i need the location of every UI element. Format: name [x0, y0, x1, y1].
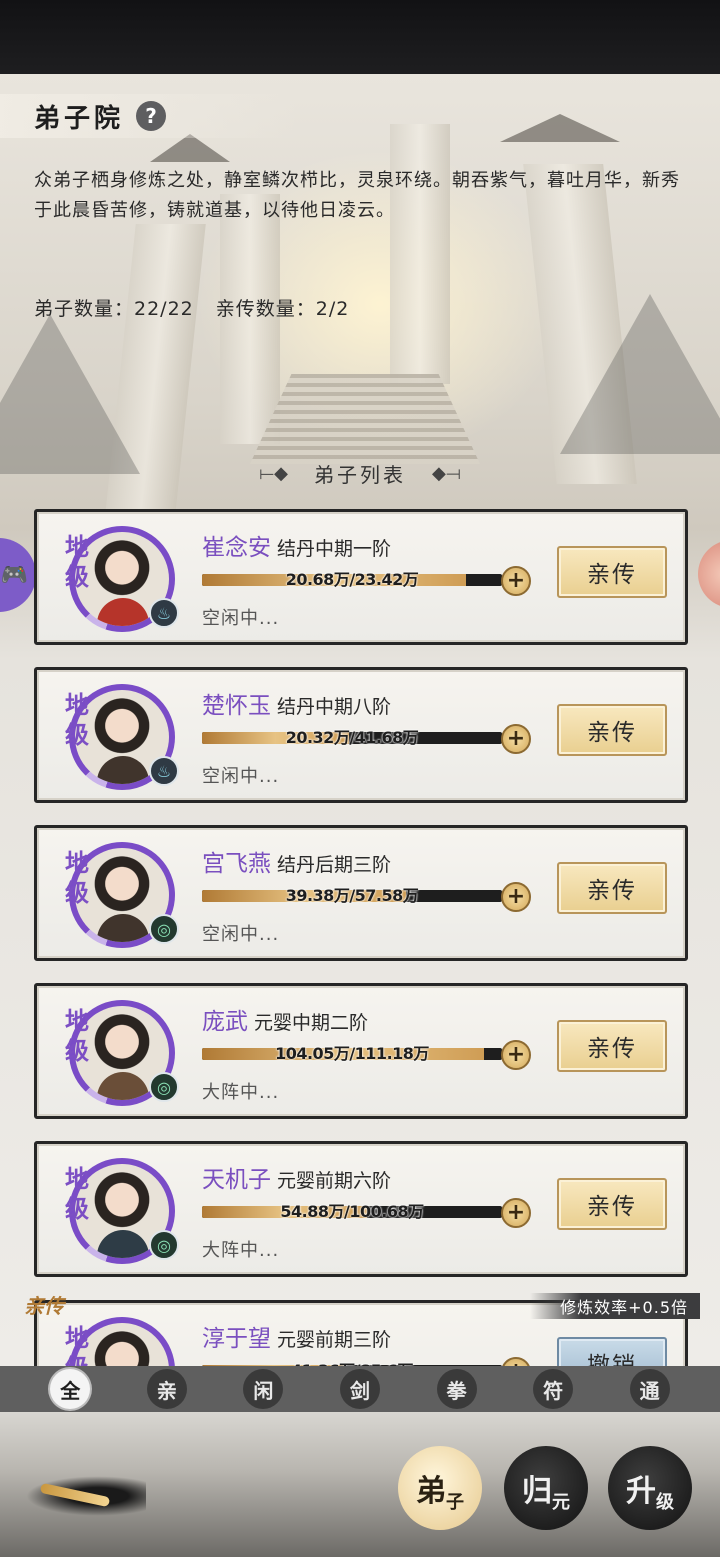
make-direct-button[interactable]: 亲传 — [557, 546, 667, 598]
nav-label-big: 升 — [626, 1474, 656, 1509]
status-text: 大阵中... — [202, 1082, 280, 1103]
ornament-right-icon: ◆⟞ — [432, 462, 461, 484]
disciple-name-row: 楚怀玉 结丹中期八阶 — [202, 686, 391, 720]
add-exp-button[interactable]: + — [501, 882, 531, 912]
disciple-name: 崔念安 — [202, 535, 271, 561]
add-exp-button[interactable]: + — [501, 1198, 531, 1228]
disciple-name-row: 崔念安 结丹中期一阶 — [202, 528, 391, 562]
status-text: 空闲中... — [202, 924, 280, 945]
efficiency-badge: 修炼效率+0.5倍 — [530, 1293, 700, 1319]
water-drop-icon: ♨ — [149, 756, 179, 786]
wind-swirl-icon: ◎ — [149, 914, 179, 944]
disciple-realm: 结丹中期一阶 — [277, 538, 392, 560]
revoke-button[interactable]: 撤销 — [557, 1337, 667, 1368]
progress-text: 54.88万/100.68万 — [280, 1202, 424, 1221]
progress-text: 39.38万/57.58万 — [285, 886, 419, 905]
nav-upgrade-button[interactable]: 升级 — [608, 1446, 692, 1530]
add-exp-button[interactable]: + — [501, 566, 531, 596]
page-description: 众弟子栖身修炼之处，静室鳞次栉比，灵泉环绕。朝吞紫气，暮吐月华，新秀于此晨昏苦修… — [34, 170, 680, 221]
disciple-card[interactable]: 地级 ◎ 庞武 元婴中期二阶 104.05万/111.18万 + 大阵中... 亲… — [34, 983, 688, 1119]
direct-disciple-count: 亲传数量：2/2 — [215, 298, 350, 320]
filter-talisman[interactable]: 符 — [533, 1369, 574, 1409]
disciple-realm: 结丹中期八阶 — [277, 696, 392, 718]
grade-label: 地级 — [65, 848, 89, 907]
add-exp-button[interactable]: + — [501, 724, 531, 754]
disciple-name-row: 天机子 元婴前期六阶 — [202, 1160, 391, 1194]
disciple-name: 楚怀玉 — [202, 693, 271, 719]
add-exp-button[interactable]: + — [501, 1040, 531, 1070]
nav-label-big: 归 — [522, 1474, 552, 1509]
progress-text: 20.32万/41.68万 — [285, 728, 419, 747]
disciple-count: 弟子数量：22/22 — [34, 298, 194, 320]
filter-general[interactable]: 通 — [629, 1369, 670, 1409]
disciple-name: 宫飞燕 — [202, 851, 271, 877]
filter-fist[interactable]: 拳 — [436, 1369, 477, 1409]
disciple-realm: 元婴前期六阶 — [277, 1170, 392, 1192]
disciple-card[interactable]: 地级 ♨ 楚怀玉 结丹中期八阶 20.32万/41.68万 + 空闲中... 亲传 — [34, 667, 688, 803]
disciple-realm: 结丹后期三阶 — [277, 854, 392, 876]
progress-text: 20.68万/23.42万 — [285, 570, 419, 589]
counts-row: 弟子数量：22/22 亲传数量：2/2 — [34, 294, 349, 321]
page-title: 弟子院 — [34, 103, 125, 134]
top-black-bar — [0, 0, 720, 74]
disciple-name-row: 淳于望 元婴前期三阶 — [202, 1319, 391, 1353]
grade-label: 地级 — [65, 690, 89, 749]
filter-all[interactable]: 全 — [50, 1369, 91, 1409]
nav-label-small: 子 — [446, 1492, 464, 1513]
ornament-left-icon: ⟝◆ — [259, 462, 288, 484]
list-title: 弟子列表 — [314, 462, 406, 487]
list-header: ⟝◆ 弟子列表 ◆⟞ — [0, 455, 720, 491]
make-direct-button[interactable]: 亲传 — [557, 1020, 667, 1072]
disciple-card[interactable]: 地级 ♨ 崔念安 结丹中期一阶 20.68万/23.42万 + 空闲中... 亲传 — [34, 509, 688, 645]
disciple-name: 天机子 — [202, 1167, 271, 1193]
disciple-name-row: 庞武 元婴中期二阶 — [202, 1002, 368, 1036]
filter-direct[interactable]: 亲 — [146, 1369, 187, 1409]
direct-disciple-tag: 亲传 — [24, 1294, 64, 1318]
make-direct-button[interactable]: 亲传 — [557, 704, 667, 756]
disciple-realm: 元婴前期三阶 — [277, 1329, 392, 1351]
nav-disciple-button[interactable]: 弟子 — [398, 1446, 482, 1530]
disciple-name: 庞武 — [202, 1009, 248, 1035]
status-text: 大阵中... — [202, 1240, 280, 1261]
disciple-card[interactable]: 地级 ◎ 宫飞燕 结丹后期三阶 39.38万/57.58万 + 空闲中... 亲传 — [34, 825, 688, 961]
page-header: 弟子院 ? — [0, 94, 300, 138]
grade-label: 地级 — [65, 1323, 89, 1368]
disciple-card[interactable]: 地级 ◎ 天机子 元婴前期六阶 54.88万/100.68万 + 大阵中... 亲… — [34, 1141, 688, 1277]
make-direct-button[interactable]: 亲传 — [557, 862, 667, 914]
grade-label: 地级 — [65, 1006, 89, 1065]
water-drop-icon: ♨ — [149, 598, 179, 628]
status-text: 空闲中... — [202, 608, 280, 629]
disciple-name: 淳于望 — [202, 1326, 271, 1352]
disciple-name-row: 宫飞燕 结丹后期三阶 — [202, 844, 391, 878]
help-icon[interactable]: ? — [136, 101, 167, 131]
wind-swirl-icon: ◎ — [149, 1230, 179, 1260]
filter-idle[interactable]: 闲 — [243, 1369, 284, 1409]
grade-label: 地级 — [65, 532, 89, 591]
grade-label: 地级 — [65, 1164, 89, 1223]
filter-bar: 全 亲 闲 剑 拳 符 通 — [0, 1366, 720, 1412]
progress-text: 104.05万/111.18万 — [275, 1044, 429, 1063]
wind-swirl-icon: ◎ — [149, 1072, 179, 1102]
nav-return-button[interactable]: 归元 — [504, 1446, 588, 1530]
nav-label-big: 弟 — [416, 1474, 446, 1509]
nav-label-small: 级 — [656, 1492, 674, 1513]
filter-sword[interactable]: 剑 — [339, 1369, 380, 1409]
disciple-realm: 元婴中期二阶 — [254, 1012, 369, 1034]
status-text: 空闲中... — [202, 766, 280, 787]
nav-label-small: 元 — [552, 1492, 570, 1513]
make-direct-button[interactable]: 亲传 — [557, 1178, 667, 1230]
